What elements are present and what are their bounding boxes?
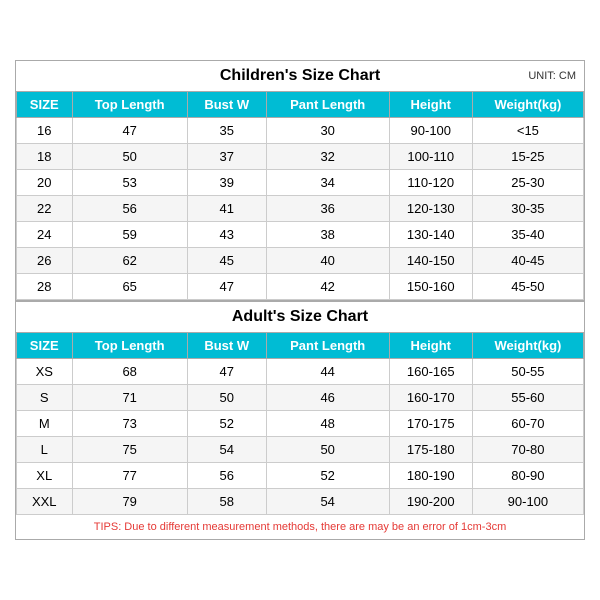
table-row: 20533934110-12025-30 [17, 170, 584, 196]
adult-header-row: SIZE Top Length Bust W Pant Length Heigh… [17, 333, 584, 359]
children-header-row: SIZE Top Length Bust W Pant Length Heigh… [17, 92, 584, 118]
adult-col-height: Height [389, 333, 472, 359]
adult-table: SIZE Top Length Bust W Pant Length Heigh… [16, 332, 584, 515]
table-row: 26624540140-15040-45 [17, 248, 584, 274]
table-row: 22564136120-13030-35 [17, 196, 584, 222]
table-row: 18503732100-11015-25 [17, 144, 584, 170]
table-row: XXL795854190-20090-100 [17, 489, 584, 515]
adult-col-size: SIZE [17, 333, 73, 359]
children-col-weight: Weight(kg) [472, 92, 583, 118]
table-row: M735248170-17560-70 [17, 411, 584, 437]
children-title: Children's Size Chart UNIT: CM [16, 61, 584, 91]
table-row: 28654742150-16045-50 [17, 274, 584, 300]
adult-col-pant-length: Pant Length [266, 333, 389, 359]
adult-title-text: Adult's Size Chart [232, 308, 368, 325]
adult-col-top-length: Top Length [72, 333, 187, 359]
adult-title: Adult's Size Chart [16, 300, 584, 332]
children-col-top-length: Top Length [72, 92, 187, 118]
adult-col-bust-w: Bust W [187, 333, 266, 359]
table-row: XL775652180-19080-90 [17, 463, 584, 489]
table-row: XS684744160-16550-55 [17, 359, 584, 385]
children-table: SIZE Top Length Bust W Pant Length Heigh… [16, 91, 584, 300]
table-row: L755450175-18070-80 [17, 437, 584, 463]
size-chart: Children's Size Chart UNIT: CM SIZE Top … [15, 60, 585, 540]
tips-text: TIPS: Due to different measurement metho… [16, 515, 584, 539]
unit-label: UNIT: CM [528, 70, 576, 82]
adult-col-weight: Weight(kg) [472, 333, 583, 359]
children-title-text: Children's Size Chart [220, 67, 380, 84]
table-row: 1647353090-100<15 [17, 118, 584, 144]
children-col-bust-w: Bust W [187, 92, 266, 118]
table-row: 24594338130-14035-40 [17, 222, 584, 248]
children-col-pant-length: Pant Length [266, 92, 389, 118]
table-row: S715046160-17055-60 [17, 385, 584, 411]
children-col-size: SIZE [17, 92, 73, 118]
children-col-height: Height [389, 92, 472, 118]
